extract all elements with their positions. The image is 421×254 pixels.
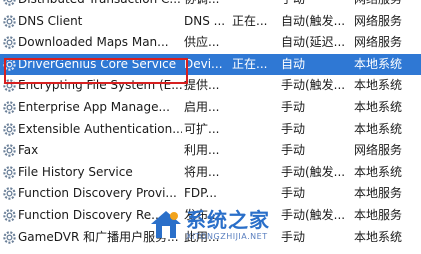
gear-icon — [3, 0, 16, 6]
service-row[interactable]: Extensible Authentication... 可扩... 手动 本地… — [0, 119, 421, 141]
service-description: 此用... — [184, 229, 220, 244]
service-logon-as: 本地服务 — [354, 207, 403, 222]
gear-icon — [3, 209, 16, 222]
service-description: Devi... — [184, 56, 223, 71]
service-name: Function Discovery Provi... — [18, 186, 177, 201]
service-description: DNS ... — [184, 13, 226, 28]
service-logon-as: 网络服务 — [354, 0, 421, 11]
service-name: Encrypting File System (E... — [18, 78, 182, 93]
service-row[interactable]: Fax 利用... 手动 网络服务 — [0, 140, 421, 162]
service-logon-as: 本地系统 — [354, 229, 403, 244]
service-row[interactable]: Encrypting File System (E... 提供... 手动(触发… — [0, 75, 421, 97]
service-description: 协调... — [184, 0, 228, 11]
service-startup-type: 手动 — [281, 229, 306, 244]
service-name: GameDVR 和广播用户服务... — [18, 229, 179, 244]
service-logon-as: 本地系统 — [354, 164, 403, 179]
service-name: Downloaded Maps Man... — [18, 35, 169, 50]
gear-icon — [3, 14, 16, 28]
service-startup-type: 手动(触发... — [281, 164, 346, 179]
service-startup-type: 自动(延迟... — [281, 35, 346, 50]
service-name: Enterprise App Manage... — [18, 99, 170, 114]
service-name: DNS Client — [18, 13, 83, 28]
service-startup-type: 自动 — [281, 56, 306, 71]
service-description: 启用... — [184, 99, 220, 114]
service-description: 可扩... — [184, 121, 220, 136]
service-status: 正在... — [232, 13, 268, 28]
service-logon-as: 本地系统 — [354, 56, 403, 71]
service-row[interactable]: Distributed Transaction C... 协调... 手动 网络… — [0, 0, 421, 11]
service-logon-as: 本地系统 — [354, 121, 403, 136]
service-row-selected[interactable]: DriverGenius Core Service Devi... 正在... … — [0, 53, 421, 76]
service-logon-as: 本地系统 — [354, 78, 403, 93]
service-logon-as: 本地服务 — [354, 186, 403, 201]
service-logon-as: 本地系统 — [354, 99, 403, 114]
service-startup-type: 手动 — [281, 143, 306, 158]
gear-icon — [3, 166, 16, 179]
service-startup-type: 手动 — [281, 186, 306, 201]
service-description: 发布... — [184, 207, 220, 222]
services-list: Distributed Transaction C... 协调... 手动 网络… — [0, 0, 421, 248]
service-startup-type: 手动(触发... — [281, 207, 346, 222]
service-status: 正在... — [232, 56, 268, 71]
service-row[interactable]: Enterprise App Manage... 启用... 手动 本地系统 — [0, 97, 421, 119]
service-startup-type: 手动 — [281, 99, 306, 114]
service-name: File History Service — [18, 164, 133, 179]
service-name: Function Discovery Re... — [18, 207, 163, 222]
service-startup-type: 自动(触发... — [281, 13, 346, 28]
service-row[interactable]: Downloaded Maps Man... 供应... 自动(延迟... 网络… — [0, 32, 421, 54]
service-row[interactable]: Function Discovery Re... 发布... 手动(触发... … — [0, 205, 421, 227]
gear-icon — [3, 101, 16, 114]
gear-icon — [3, 187, 16, 201]
service-name: Fax — [18, 143, 39, 158]
service-row[interactable]: DNS Client DNS ... 正在... 自动(触发... 网络服务 — [0, 11, 421, 33]
gear-icon — [3, 58, 16, 71]
service-name: DriverGenius Core Service — [18, 56, 177, 71]
service-row[interactable]: GameDVR 和广播用户服务... 此用... 手动 本地系统 — [0, 227, 421, 249]
service-row[interactable]: Function Discovery Provi... FDP... 手动 本地… — [0, 183, 421, 205]
service-startup-type: 手动 — [281, 121, 306, 136]
service-description: 供应... — [184, 35, 220, 50]
service-description: 利用... — [184, 143, 220, 158]
service-name: Extensible Authentication... — [18, 121, 182, 136]
service-description: 提供... — [184, 78, 220, 93]
service-startup-type: 手动(触发... — [281, 78, 346, 93]
service-logon-as: 网络服务 — [354, 143, 403, 158]
gear-icon — [3, 122, 16, 136]
service-description: 将用... — [184, 164, 220, 179]
gear-icon — [3, 79, 16, 93]
gear-icon — [3, 144, 16, 157]
service-logon-as: 网络服务 — [354, 35, 403, 50]
service-row[interactable]: File History Service 将用... 手动(触发... 本地系统 — [0, 162, 421, 184]
gear-icon — [3, 36, 16, 49]
service-startup-type: 手动 — [281, 0, 353, 11]
service-name: Distributed Transaction C... — [18, 0, 182, 11]
gear-icon — [3, 230, 16, 244]
service-logon-as: 网络服务 — [354, 13, 403, 28]
service-description: FDP... — [184, 186, 217, 201]
